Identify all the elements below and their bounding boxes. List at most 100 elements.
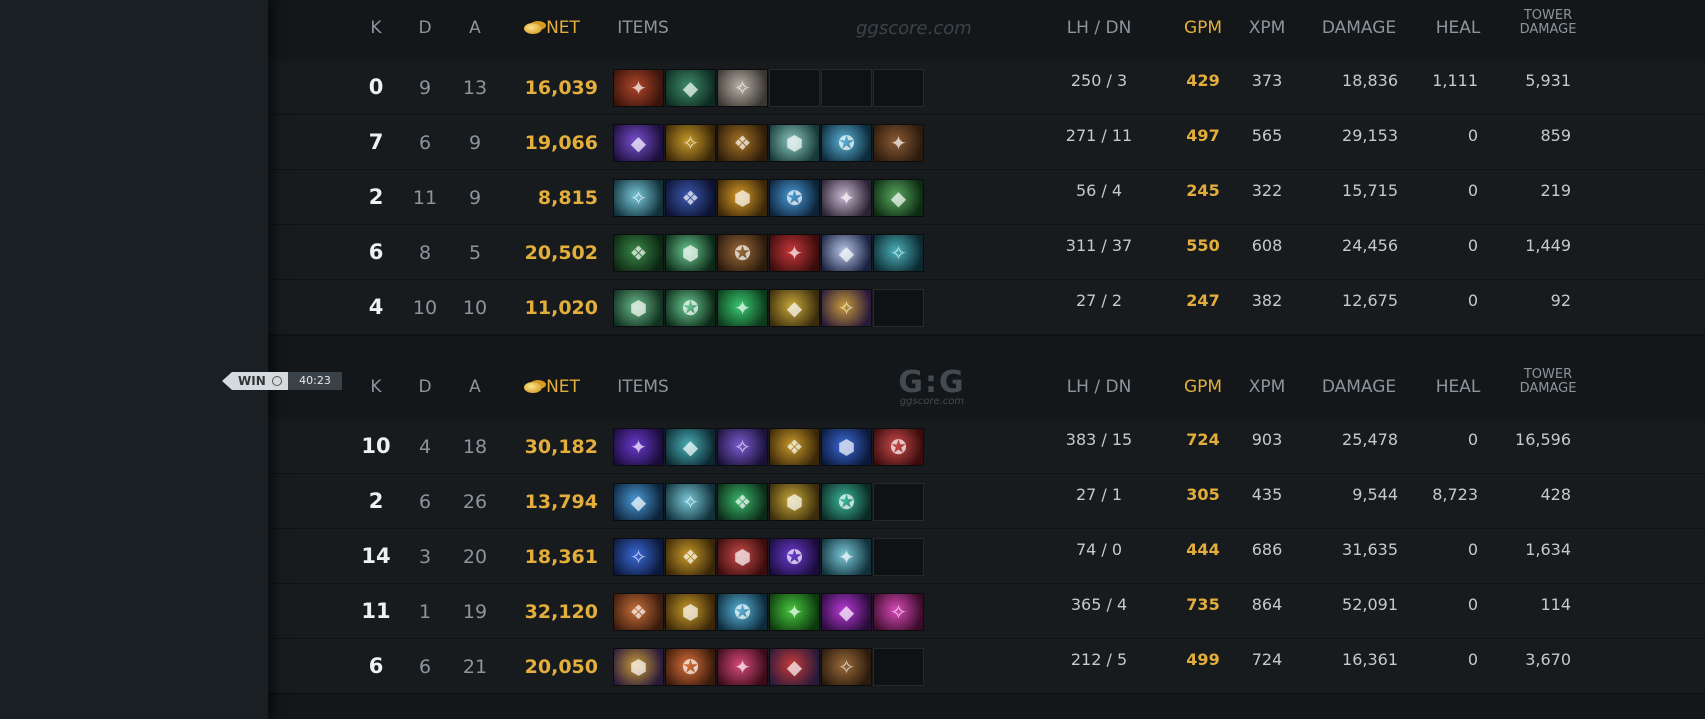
item-slot[interactable]: ✪ [769,179,820,217]
item-slot[interactable]: ✪ [821,483,872,521]
item-slot[interactable]: ◆ [821,234,872,272]
item-slot[interactable]: ◆ [873,179,924,217]
item-slot[interactable]: ✦ [769,234,820,272]
column-items[interactable]: ITEMS [603,377,683,397]
column-k[interactable]: K [366,18,386,38]
column-d[interactable]: D [415,18,435,38]
xpm-value: 864 [1251,595,1283,614]
item-slot[interactable]: ⬢ [613,289,664,327]
item-slot[interactable]: ✪ [769,538,820,576]
item-slot[interactable]: ⬢ [821,428,872,466]
item-slot[interactable]: ⬢ [613,648,664,686]
item-slot[interactable]: ✦ [769,593,820,631]
item-slot[interactable]: ❖ [665,179,716,217]
kills-value: 4 [368,295,384,319]
item-slot[interactable]: ◆ [613,483,664,521]
item-slot[interactable]: ◆ [613,124,664,162]
item-slot[interactable]: ✦ [821,179,872,217]
item-slot[interactable]: ✧ [873,234,924,272]
item-icon: ⬢ [629,296,648,320]
column-heal[interactable]: HEAL [1428,377,1488,397]
column-net[interactable]: NET [502,377,602,397]
assists-value: 5 [468,242,482,264]
item-slot[interactable]: ❖ [613,234,664,272]
column-tower-damage[interactable]: TOWER DAMAGE [1513,368,1583,396]
item-slot[interactable]: ✧ [613,538,664,576]
column-heal[interactable]: HEAL [1428,18,1488,38]
item-slot[interactable]: ⬢ [717,538,768,576]
item-slot[interactable]: ✧ [613,179,664,217]
item-icon: ❖ [733,131,752,155]
column-xpm[interactable]: XPM [1242,377,1292,397]
item-slot[interactable]: ✦ [717,648,768,686]
empty-item-slot[interactable] [769,69,820,107]
item-slot[interactable]: ✦ [873,124,924,162]
item-slot[interactable]: ✧ [665,483,716,521]
item-slot[interactable]: ❖ [613,593,664,631]
column-items[interactable]: ITEMS [603,18,683,38]
heal-value: 8,723 [1432,485,1478,504]
item-slot[interactable]: ✧ [717,428,768,466]
item-icon: ◆ [838,600,855,624]
heal-value: 0 [1467,650,1478,669]
item-slot[interactable]: ◆ [821,593,872,631]
empty-item-slot[interactable] [873,289,924,327]
column-tower-damage[interactable]: TOWER DAMAGE [1513,9,1583,37]
item-slot[interactable]: ✦ [613,69,664,107]
item-slot[interactable]: ✧ [665,124,716,162]
item-slot[interactable]: ❖ [665,538,716,576]
damage-value: 24,456 [1342,236,1398,255]
item-slot[interactable]: ⬢ [665,593,716,631]
column-gpm[interactable]: GPM [1178,18,1228,38]
item-slot[interactable]: ✧ [873,593,924,631]
item-slot[interactable]: ⬢ [769,124,820,162]
item-slot[interactable]: ✪ [873,428,924,466]
item-slot[interactable]: ✦ [821,538,872,576]
item-icon: ✦ [786,241,803,265]
item-slot[interactable]: ✧ [717,69,768,107]
empty-item-slot[interactable] [873,648,924,686]
column-xpm[interactable]: XPM [1242,18,1292,38]
item-icon: ❖ [733,490,752,514]
empty-item-slot[interactable] [873,538,924,576]
kills-value: 0 [368,75,384,99]
win-label: WIN [238,374,266,388]
column-header-row: K D A ITEMS LH / DN GPM XPM DAMAGE HEAL NET TOWER D… [268,0,1705,60]
item-slot[interactable]: ❖ [769,428,820,466]
column-d[interactable]: D [415,377,435,397]
stats-row: 11 1 19 32,120 ❖ ⬢ ✪ ✦ ◆ ✧ 365 / 4 735 864 52,091 0 114 [268,584,1705,640]
item-slot[interactable]: ✦ [613,428,664,466]
item-slot[interactable]: ◆ [769,289,820,327]
column-damage[interactable]: DAMAGE [1314,18,1404,38]
column-lh-dn[interactable]: LH / DN [1044,18,1154,38]
item-slot[interactable]: ✪ [717,234,768,272]
column-a[interactable]: A [465,377,485,397]
item-slot[interactable]: ❖ [717,483,768,521]
item-slot[interactable]: ✪ [665,648,716,686]
column-a[interactable]: A [465,18,485,38]
item-icon: ◆ [630,490,647,514]
column-damage[interactable]: DAMAGE [1314,377,1404,397]
column-lh-dn[interactable]: LH / DN [1044,377,1154,397]
item-slot[interactable]: ◆ [665,428,716,466]
item-slot[interactable]: ◆ [769,648,820,686]
item-slot[interactable]: ✪ [665,289,716,327]
empty-item-slot[interactable] [821,69,872,107]
empty-item-slot[interactable] [873,69,924,107]
column-k[interactable]: K [366,377,386,397]
column-gpm[interactable]: GPM [1178,377,1228,397]
item-slot[interactable]: ✧ [821,289,872,327]
item-slot[interactable]: ⬢ [665,234,716,272]
item-slot[interactable]: ✪ [717,593,768,631]
column-net[interactable]: NET [502,18,602,38]
item-slot[interactable]: ✦ [717,289,768,327]
item-slot[interactable]: ⬢ [769,483,820,521]
gpm-value: 735 [1186,595,1220,614]
item-slot[interactable]: ✪ [821,124,872,162]
lh-dn-separator: / [1096,430,1112,449]
item-slot[interactable]: ◆ [665,69,716,107]
item-slot[interactable]: ⬢ [717,179,768,217]
item-slot[interactable]: ✧ [821,648,872,686]
empty-item-slot[interactable] [873,483,924,521]
item-slot[interactable]: ❖ [717,124,768,162]
